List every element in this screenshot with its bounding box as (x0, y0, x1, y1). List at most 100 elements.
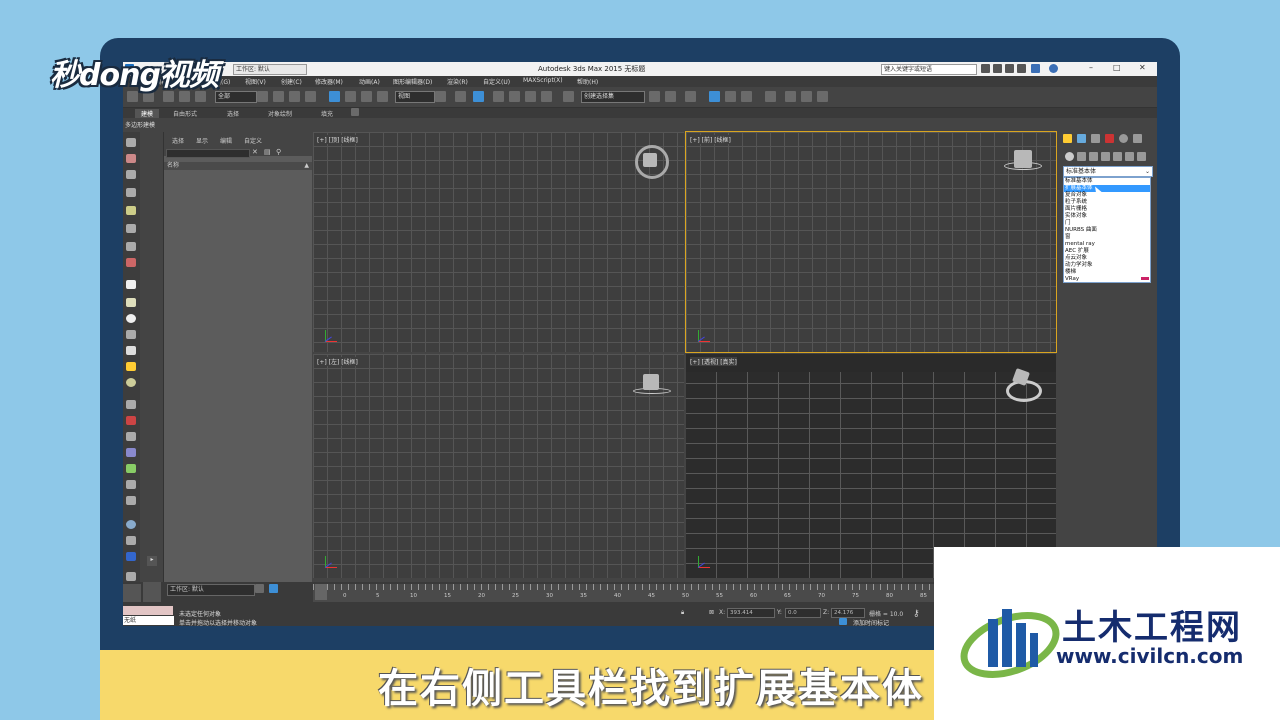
time-tag-icon[interactable] (839, 618, 847, 625)
scene-search-input[interactable] (166, 149, 250, 158)
list-item[interactable]: 面片栅格 (1064, 206, 1150, 213)
select-and-rotate-icon[interactable] (345, 91, 356, 102)
viewcube-icon[interactable] (643, 374, 659, 390)
clear-search-icon[interactable]: ✕ (252, 148, 260, 156)
expand-arrow-icon[interactable]: ▸ (147, 556, 157, 566)
scene-column-header[interactable]: 名称 ▲ (164, 162, 312, 170)
selection-filter-select[interactable]: 全部 (215, 91, 257, 103)
list-item[interactable]: 标准基本体 (1064, 178, 1150, 185)
geometry-icon[interactable] (1065, 152, 1074, 161)
list-item[interactable]: 点云对象 (1064, 255, 1150, 262)
viewport-front-label[interactable]: [+] [前] [线框] (690, 135, 731, 144)
teapot-primitive-icon[interactable] (126, 330, 136, 339)
scene-tab-display[interactable]: 显示 (196, 136, 208, 145)
bone-icon[interactable] (126, 432, 136, 441)
ribbon-tab-object-paint[interactable]: 对象绘制 (268, 109, 292, 118)
list-item[interactable]: NURBS 曲面 (1064, 227, 1150, 234)
snaps-toggle-icon[interactable] (493, 91, 504, 102)
key-icon[interactable]: ⚷ (913, 609, 920, 619)
pin-icon[interactable] (126, 416, 136, 425)
utilities-tab-icon[interactable] (1133, 134, 1142, 143)
list-item[interactable]: 动力学对象 (1064, 262, 1150, 269)
star-icon[interactable] (1005, 64, 1014, 73)
list-item[interactable]: 门 (1064, 220, 1150, 227)
systems-icon[interactable] (1137, 152, 1146, 161)
motion-tab-icon[interactable] (1105, 134, 1114, 143)
keyboard-shortcut-override-icon[interactable] (473, 91, 484, 102)
scene-tab-customize[interactable]: 自定义 (244, 136, 262, 145)
scene-layer-icon[interactable] (255, 584, 264, 593)
display-icon[interactable] (126, 170, 136, 179)
pivot-center-icon[interactable] (435, 91, 446, 102)
scene-tab-select[interactable]: 选择 (172, 136, 184, 145)
select-and-place-icon[interactable] (377, 91, 388, 102)
window-crossing-icon[interactable] (305, 91, 316, 102)
viewcube-icon[interactable] (1014, 150, 1032, 168)
ribbon-subtab[interactable]: 多边形建模 (125, 120, 155, 129)
rendered-frame-window-icon[interactable] (801, 91, 812, 102)
object-type-dropdown[interactable]: 标准基本体 ⌄ (1063, 166, 1153, 177)
named-selection-sets[interactable]: 创建选择集 (581, 91, 645, 103)
menu-rendering[interactable]: 渲染(R) (447, 77, 468, 86)
menu-graph-editors[interactable]: 图形编辑器(D) (393, 77, 432, 86)
mini-listener-icon[interactable] (123, 584, 141, 602)
modify-tab-icon[interactable] (1077, 134, 1086, 143)
schematic-view-icon[interactable] (741, 91, 752, 102)
sign-in-icon[interactable] (1017, 64, 1026, 73)
spinner-snap-icon[interactable] (541, 91, 552, 102)
time-slider-handle[interactable] (315, 584, 327, 600)
list-item-extended-primitives[interactable]: 扩展基本体 (1064, 185, 1150, 192)
maxscript-output[interactable]: 无纸 (123, 616, 174, 625)
select-and-move-icon[interactable] (329, 91, 340, 102)
graphite-toggle-icon[interactable] (709, 91, 720, 102)
space-warp-icon[interactable] (126, 258, 136, 267)
ribbon-tab-modeling[interactable]: 建模 (135, 109, 160, 118)
mirror-icon[interactable] (649, 91, 660, 102)
viewport-left-label[interactable]: [+] [左] [线框] (317, 357, 358, 366)
gear-icon[interactable] (126, 480, 136, 489)
rectangular-selection-icon[interactable] (289, 91, 300, 102)
reference-coordinate-select[interactable]: 视图 (395, 91, 435, 103)
render-icon[interactable] (126, 552, 136, 561)
foliage-icon[interactable] (126, 464, 136, 473)
cone-icon[interactable] (126, 346, 136, 355)
lights-icon[interactable] (1089, 152, 1098, 161)
ribbon-toggle-icon[interactable] (351, 108, 359, 116)
workspace-select[interactable]: 工作区: 默认 (233, 64, 307, 75)
help-icon[interactable] (1049, 64, 1058, 73)
ribbon-tab-populate[interactable]: 填充 (321, 109, 333, 118)
list-item[interactable]: 实体对象 (1064, 213, 1150, 220)
select-manipulate-icon[interactable] (455, 91, 466, 102)
filter-icon[interactable]: ▤ (264, 148, 272, 156)
menu-create[interactable]: 创建(C) (281, 77, 302, 86)
chevron-down-icon[interactable]: ⌄ (1145, 167, 1150, 176)
viewport-front[interactable]: [+] [前] [线框] (685, 131, 1057, 353)
list-item[interactable]: AEC 扩展 (1064, 248, 1150, 255)
add-time-tag-button[interactable]: 添加时间标记 (853, 618, 889, 626)
viewcube-icon[interactable] (643, 153, 657, 167)
torus-icon[interactable] (126, 378, 136, 387)
shapes-icon[interactable] (1077, 152, 1086, 161)
absolute-mode-icon[interactable]: ⊠ (709, 609, 714, 616)
list-scrollbar[interactable] (1141, 277, 1149, 280)
menu-customize[interactable]: 自定义(U) (483, 77, 510, 86)
edit-named-selection-icon[interactable] (563, 91, 574, 102)
menu-help[interactable]: 帮助(H) (577, 77, 598, 86)
scene-hierarchy-icon[interactable] (269, 584, 278, 593)
checker-icon[interactable] (126, 400, 136, 409)
viewport-layout-icon[interactable] (143, 582, 161, 602)
lock-icon[interactable]: 🔒︎ (681, 609, 684, 617)
angle-snap-icon[interactable] (509, 91, 520, 102)
menu-maxscript[interactable]: MAXScript(X) (523, 77, 563, 84)
scene-tab-edit[interactable]: 编辑 (220, 136, 232, 145)
viewport-top-label[interactable]: [+] [顶] [线框] (317, 135, 358, 144)
viewport-top[interactable]: [+] [顶] [线框] (313, 132, 684, 352)
align-icon[interactable] (665, 91, 676, 102)
community-icon[interactable] (993, 64, 1002, 73)
layers-icon[interactable] (126, 536, 136, 545)
viewport-perspective-label[interactable]: [+] [透视] [真实] (690, 357, 737, 366)
sun-icon[interactable] (126, 362, 136, 371)
material-icon[interactable] (126, 496, 136, 505)
list-item[interactable]: 窗 (1064, 234, 1150, 241)
globe-icon[interactable] (126, 520, 136, 529)
